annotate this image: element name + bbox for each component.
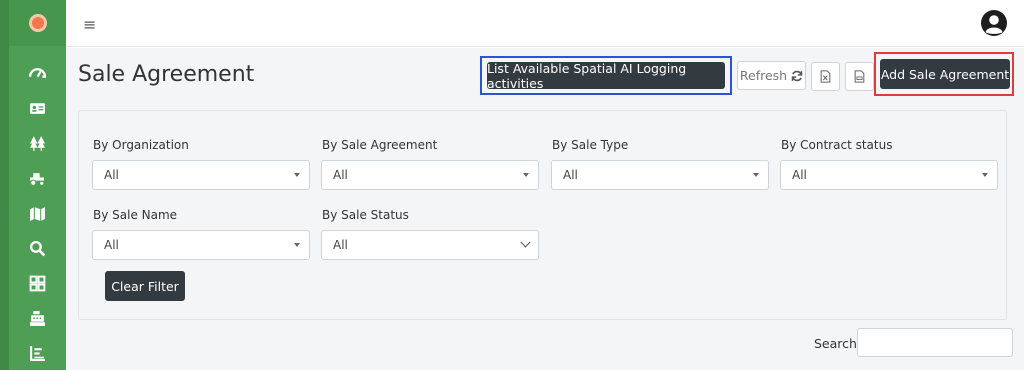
sidebar-edge bbox=[0, 0, 9, 370]
add-sale-agreement-highlight: Add Sale Agreement bbox=[874, 52, 1014, 96]
search-input[interactable] bbox=[857, 328, 1013, 357]
filter-label-sale-agreement: By Sale Agreement bbox=[322, 138, 438, 152]
filter-label-organization: By Organization bbox=[93, 138, 189, 152]
sidebar-item-apps[interactable] bbox=[9, 266, 66, 301]
dashboard-icon bbox=[29, 68, 46, 78]
search-icon bbox=[29, 240, 46, 257]
pdf-file-icon bbox=[854, 70, 865, 83]
sale-agreement-select[interactable]: All bbox=[321, 160, 539, 190]
sidebar-item-forest[interactable] bbox=[9, 126, 66, 161]
id-card-icon bbox=[30, 103, 45, 114]
chevron-down-icon bbox=[520, 237, 531, 248]
caret-down-icon bbox=[523, 173, 529, 177]
list-activities-button[interactable]: List Available Spatial AI Logging activi… bbox=[487, 61, 725, 91]
sale-type-select-value: All bbox=[563, 168, 578, 182]
excel-file-icon bbox=[820, 70, 831, 83]
user-avatar-icon[interactable] bbox=[980, 9, 1008, 37]
hamburger-menu-icon[interactable]: ≡ bbox=[83, 15, 96, 34]
filter-panel: By Organization All By Sale Agreement Al… bbox=[78, 110, 1007, 320]
search-label: Search: bbox=[814, 336, 862, 351]
chart-icon bbox=[30, 346, 45, 361]
organization-select[interactable]: All bbox=[92, 160, 310, 190]
filter-label-sale-name: By Sale Name bbox=[93, 208, 178, 222]
page-title: Sale Agreement bbox=[78, 62, 255, 87]
sidebar-item-contacts[interactable] bbox=[9, 91, 66, 126]
caret-down-icon bbox=[982, 173, 988, 177]
sale-status-select-value: All bbox=[333, 238, 348, 252]
refresh-icon bbox=[791, 70, 803, 81]
export-excel-button[interactable] bbox=[811, 62, 840, 91]
sale-status-select[interactable]: All bbox=[321, 230, 539, 260]
app-logo[interactable] bbox=[9, 0, 66, 46]
main-content: Sale Agreement List Available Spatial AI… bbox=[66, 48, 1024, 370]
sidebar-nav bbox=[9, 56, 66, 370]
sidebar-item-dashboard[interactable] bbox=[9, 56, 66, 91]
sidebar-item-sales[interactable] bbox=[9, 301, 66, 336]
contract-status-select[interactable]: All bbox=[780, 160, 998, 190]
sidebar-item-search[interactable] bbox=[9, 231, 66, 266]
top-navbar: ≡ bbox=[66, 0, 1024, 47]
list-activities-highlight: List Available Spatial AI Logging activi… bbox=[480, 56, 732, 95]
caret-down-icon bbox=[753, 173, 759, 177]
organization-select-value: All bbox=[104, 168, 119, 182]
trees-icon bbox=[30, 136, 45, 151]
sidebar-item-map[interactable] bbox=[9, 196, 66, 231]
grid-icon bbox=[29, 275, 46, 292]
sidebar bbox=[0, 0, 66, 370]
refresh-button[interactable]: Refresh bbox=[737, 61, 806, 90]
export-pdf-button[interactable] bbox=[845, 62, 874, 91]
sale-name-select-value: All bbox=[104, 238, 119, 252]
refresh-label: Refresh bbox=[739, 68, 788, 83]
map-icon bbox=[30, 207, 45, 221]
filter-label-sale-type: By Sale Type bbox=[552, 138, 629, 152]
sale-name-select[interactable]: All bbox=[92, 230, 310, 260]
sidebar-item-reports[interactable] bbox=[9, 336, 66, 370]
sale-type-select[interactable]: All bbox=[551, 160, 769, 190]
tractor-icon bbox=[30, 173, 45, 186]
filter-label-sale-status: By Sale Status bbox=[322, 208, 409, 222]
add-sale-agreement-button[interactable]: Add Sale Agreement bbox=[880, 59, 1010, 89]
contract-status-select-value: All bbox=[792, 168, 807, 182]
clear-filter-button[interactable]: Clear Filter bbox=[105, 271, 185, 301]
caret-down-icon bbox=[294, 173, 300, 177]
cash-register-icon bbox=[30, 311, 45, 326]
logo-icon bbox=[28, 14, 47, 32]
filter-label-contract-status: By Contract status bbox=[781, 138, 893, 152]
sale-agreement-select-value: All bbox=[333, 168, 348, 182]
caret-down-icon bbox=[294, 243, 300, 247]
sidebar-item-equipment[interactable] bbox=[9, 161, 66, 196]
